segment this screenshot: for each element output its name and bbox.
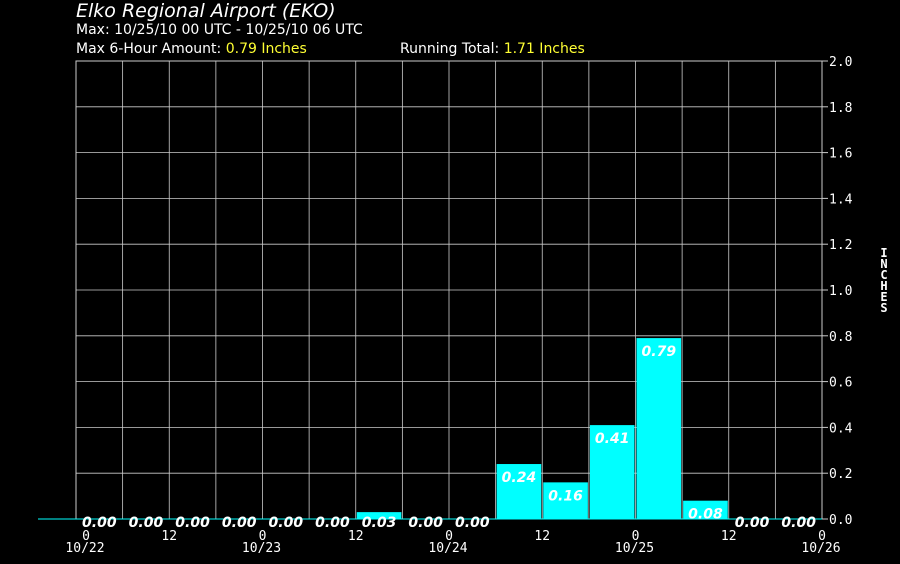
bar-value-label: 0.08: [688, 507, 723, 523]
y-axis-label: INCHES: [878, 247, 890, 315]
bar-value-label: 0.00: [735, 515, 770, 531]
bar-value-label: 0.00: [781, 515, 816, 531]
x-date-label: 10/26: [801, 541, 840, 556]
y-axis-label-char: S: [880, 301, 888, 315]
y-tick-label: 1.2: [829, 238, 852, 253]
x-tick-label: 12: [161, 529, 177, 544]
x-date-label: 10/22: [65, 541, 104, 556]
y-tick-label: 1.8: [829, 101, 852, 116]
bar-value-label: 0.24: [502, 470, 537, 486]
bar-value-label: 0.00: [455, 515, 490, 531]
y-tick-label: 1.6: [829, 147, 852, 162]
precip-bar: [636, 338, 682, 519]
bar-value-label: 0.41: [595, 431, 630, 447]
y-tick-label: 0.4: [829, 421, 853, 436]
precip-chart: 0.0 0.2 0.4 0.6 0.8 1.0 1.2 1.4 1.6 1.8 2.0 0.00 0.0…: [38, 55, 853, 556]
x-date-label: 10/23: [242, 541, 281, 556]
y-tick-label: 1.4: [829, 192, 853, 207]
y-tick-label: 0.6: [829, 376, 852, 391]
bar-value-label: 0.00: [408, 515, 443, 531]
y-tick-label: 1.0: [829, 284, 852, 299]
bar-value-label: 0.79: [642, 344, 677, 360]
x-date-label: 10/25: [615, 541, 654, 556]
y-tick-label: 0.8: [829, 330, 852, 345]
bar-value-label: 0.16: [548, 488, 583, 504]
y-tick-label: 2.0: [829, 55, 852, 70]
y-tick-label: 0.2: [829, 467, 852, 482]
x-tick-label: 12: [348, 529, 364, 544]
x-date-label: 10/24: [428, 541, 467, 556]
bar-value-label: 0.00: [222, 515, 257, 531]
bar-value-label: 0.00: [129, 515, 164, 531]
bar-value-label: 0.03: [362, 515, 397, 531]
x-tick-label: 12: [721, 529, 737, 544]
bar-value-label: 0.00: [269, 515, 304, 531]
x-tick-label: 12: [534, 529, 550, 544]
bar-value-label: 0.00: [315, 515, 350, 531]
bar-value-label: 0.00: [175, 515, 210, 531]
y-tick-label: 0.0: [829, 513, 852, 528]
